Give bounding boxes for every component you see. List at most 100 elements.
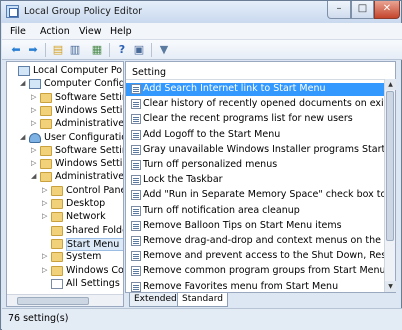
policy-setting-icon: [131, 114, 141, 125]
tab-extended[interactable]: Extended: [129, 293, 182, 307]
setting-row[interactable]: Turn off notification area cleanup: [126, 205, 384, 218]
show-hide-tree-icon[interactable]: ▥: [68, 43, 82, 57]
expand-arrow-icon[interactable]: ▷: [42, 266, 50, 275]
expand-arrow-icon[interactable]: ▷: [42, 252, 50, 261]
tree-node[interactable]: Start Menu an: [7, 237, 123, 251]
tree-node[interactable]: ◢ Computer Configura: [7, 78, 123, 91]
tree-node[interactable]: ▷ Software Settings: [7, 92, 123, 105]
tab-standard[interactable]: Standard: [177, 293, 228, 307]
expand-arrow-icon[interactable]: ▷: [31, 119, 39, 128]
setting-column-label: Setting: [132, 67, 167, 78]
maximize-button[interactable]: □: [351, 1, 374, 19]
expand-arrow-icon[interactable]: ▷: [31, 159, 39, 168]
status-bar: 76 setting(s): [2, 308, 402, 330]
toolbar-separator: [109, 43, 110, 57]
setting-row[interactable]: Add "Run in Separate Memory Space" check…: [126, 189, 384, 202]
tree-node-label: Windows Cor: [66, 264, 124, 276]
tree-scroll-thumb[interactable]: [17, 297, 89, 305]
main-window: Local Group Policy Editor – □ ✕ File Act…: [0, 0, 402, 330]
scroll-down-icon[interactable]: ▼: [385, 281, 396, 292]
setting-name: Remove Favorites menu from Start Menu: [143, 280, 339, 292]
folder-icon: [51, 225, 63, 236]
setting-name: Lock the Taskbar: [143, 174, 223, 186]
back-icon[interactable]: ⬅: [9, 43, 23, 57]
expand-arrow-icon[interactable]: ▷: [42, 199, 50, 208]
menu-action[interactable]: Action: [40, 26, 70, 37]
policy-setting-icon: [131, 251, 141, 262]
setting-row[interactable]: Remove common program groups from Start …: [126, 265, 384, 278]
setting-row[interactable]: Remove drag-and-drop and context menus o…: [126, 235, 384, 248]
collapse-arrow-icon[interactable]: ◢: [20, 79, 28, 88]
tree-node[interactable]: Local Computer Policy: [7, 65, 123, 78]
setting-column-header[interactable]: Setting: [126, 62, 386, 80]
tree-node[interactable]: ▷ Desktop: [7, 198, 123, 211]
settings-vertical-scrollbar[interactable]: ▲ ▼: [384, 79, 396, 292]
tree-node[interactable]: ▷ Control Panel: [7, 184, 124, 198]
tree-node[interactable]: ▷ Administrative Te: [7, 118, 123, 131]
tree-node[interactable]: ▷ Software Settings: [7, 144, 123, 158]
tree-node-label: Windows Setting: [55, 104, 123, 116]
setting-row[interactable]: Turn off personalized menus: [126, 159, 384, 172]
tree-node-label: Control Panel: [66, 184, 124, 196]
expand-arrow-icon[interactable]: ▷: [31, 93, 39, 102]
policy-setting-icon: [131, 175, 141, 186]
tree-node[interactable]: All Settings: [7, 278, 123, 291]
folder-icon: [51, 252, 63, 263]
setting-row[interactable]: Add Search Internet link to Start Menu: [126, 83, 384, 96]
tree-node-label: Software Settings: [55, 144, 123, 156]
tree-node[interactable]: ◢ Administrative Te: [7, 171, 123, 184]
expand-arrow-icon[interactable]: ▷: [42, 212, 50, 221]
folder-icon: [40, 92, 52, 103]
setting-row[interactable]: Add Logoff to the Start Menu: [126, 129, 384, 142]
setting-row[interactable]: Gray unavailable Windows Installer progr…: [126, 144, 384, 157]
expand-arrow-icon[interactable]: ▷: [42, 186, 50, 195]
folder-icon: [40, 105, 52, 116]
tree-node[interactable]: ▷ Network: [7, 211, 123, 224]
computer-icon: [29, 79, 41, 90]
settings-scroll-thumb[interactable]: [386, 91, 394, 241]
properties-icon[interactable]: ▣: [132, 43, 146, 57]
menu-help[interactable]: Help: [110, 26, 132, 37]
menu-file[interactable]: File: [10, 26, 26, 37]
setting-row[interactable]: Remove Balloon Tips on Start Menu items: [126, 220, 384, 233]
settings-list: Setting Add Search Internet link to Star…: [125, 61, 396, 293]
filter-icon[interactable]: ▼: [157, 43, 171, 57]
tree-node[interactable]: ▷ Windows Setting: [7, 158, 123, 171]
minimize-button[interactable]: –: [327, 1, 351, 19]
help-icon[interactable]: ?: [115, 43, 129, 57]
menu-view[interactable]: View: [79, 26, 102, 37]
tree-node-label: Network: [66, 211, 106, 223]
tree-node[interactable]: ▷ System: [7, 251, 123, 264]
scroll-up-icon[interactable]: ▲: [385, 79, 396, 90]
forward-icon[interactable]: ➡: [26, 43, 40, 57]
setting-row[interactable]: Remove Favorites menu from Start Menu: [126, 280, 384, 292]
tree-node[interactable]: Shared Folder: [7, 225, 123, 238]
collapse-arrow-icon[interactable]: ◢: [31, 172, 39, 181]
up-folder-icon[interactable]: ▤: [51, 43, 65, 57]
tree-node[interactable]: ◢ User Configuration: [7, 132, 123, 145]
policy-setting-icon: [131, 220, 141, 231]
policy-setting-icon: [131, 129, 141, 140]
tree-node[interactable]: ▷ Windows Cor: [7, 264, 124, 278]
status-text: 76 setting(s): [8, 313, 69, 324]
policy-setting-icon: [131, 281, 141, 292]
setting-name: Remove Balloon Tips on Start Menu items: [143, 219, 342, 231]
expand-arrow-icon[interactable]: ▷: [31, 146, 39, 155]
expand-arrow-icon[interactable]: ▷: [31, 106, 39, 115]
setting-name: Add Search Internet link to Start Menu: [143, 83, 326, 94]
policy-setting-icon: [131, 205, 141, 216]
tree-horizontal-scrollbar[interactable]: [7, 294, 123, 306]
setting-row[interactable]: Remove and prevent access to the Shut Do…: [126, 250, 384, 263]
folder-icon: [40, 119, 52, 130]
close-button[interactable]: ✕: [374, 1, 400, 19]
title-bar: Local Group Policy Editor – □ ✕: [1, 1, 401, 23]
setting-row[interactable]: Clear history of recently opened documen…: [126, 98, 384, 111]
collapse-arrow-icon[interactable]: ◢: [20, 133, 28, 142]
setting-row[interactable]: Clear the recent programs list for new u…: [126, 113, 384, 126]
menu-bar: File Action View Help: [2, 23, 402, 40]
user-icon: [29, 132, 41, 143]
export-list-icon[interactable]: ▦: [90, 43, 104, 57]
setting-row[interactable]: Lock the Taskbar: [126, 174, 384, 187]
tree-node[interactable]: ▷ Windows Setting: [7, 104, 123, 118]
policy-tree: Local Computer Policy ◢ Computer Configura…: [6, 61, 124, 307]
